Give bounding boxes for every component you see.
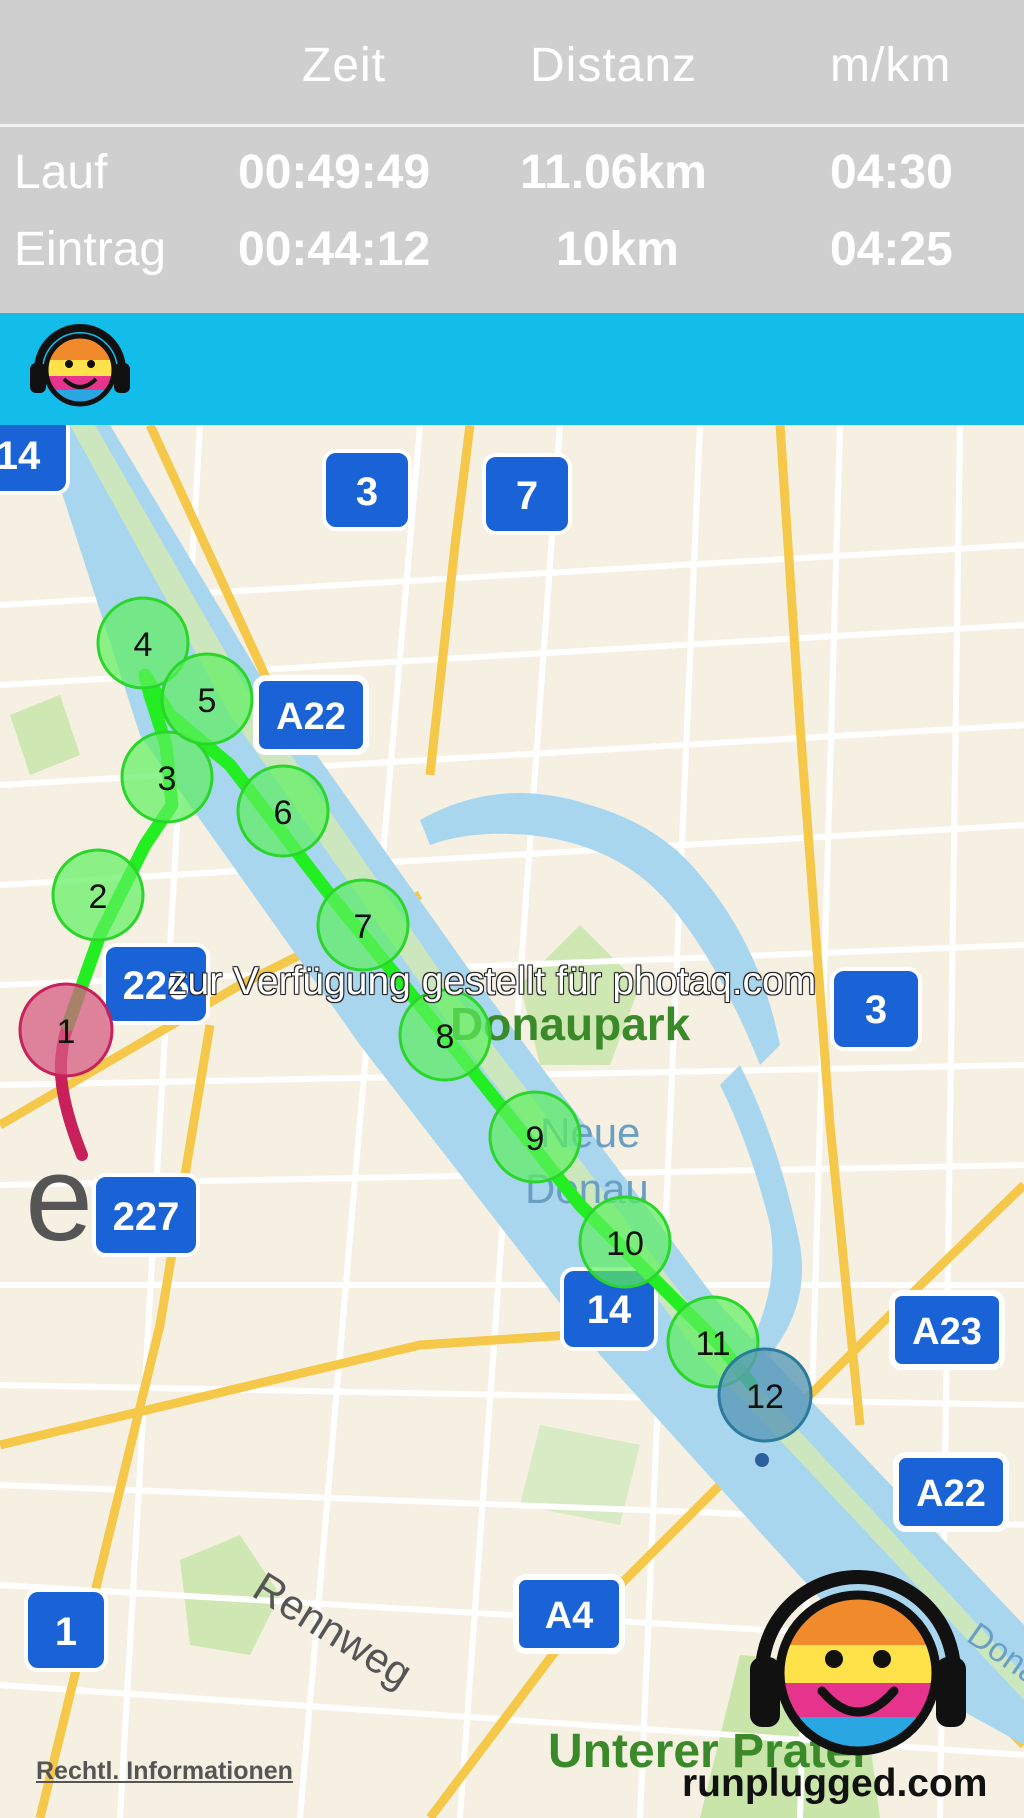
row-label-run: Lauf [14, 146, 108, 199]
shield-a22b: A22 [893, 1452, 1009, 1532]
svg-text:A23: A23 [912, 1311, 982, 1353]
svg-text:A22: A22 [916, 1473, 986, 1515]
shield-227: 227 [92, 1173, 200, 1257]
svg-text:A22: A22 [276, 696, 346, 738]
svg-text:227: 227 [113, 1195, 180, 1239]
row-label-entry: Eintrag [14, 223, 167, 276]
entry-distance: 10km [556, 223, 679, 276]
legal-link[interactable]: Rechtl. Informationen [36, 1757, 293, 1786]
runplugged-logo-small-icon[interactable] [28, 317, 138, 417]
svg-text:8: 8 [436, 1018, 455, 1056]
run-time: 00:49:49 [238, 146, 431, 199]
svg-text:10: 10 [606, 1225, 644, 1263]
svg-text:12: 12 [746, 1378, 784, 1416]
svg-text:5: 5 [198, 682, 217, 720]
shield-14a: 14 [0, 425, 70, 495]
watermark: zur Verfügung gestellt für photaq.com [168, 960, 817, 1003]
run-distance: 11.06km [520, 146, 707, 199]
svg-text:A4: A4 [545, 1595, 594, 1637]
shield-3a: 3 [322, 449, 412, 531]
km-marker-7[interactable]: 7 [316, 878, 410, 972]
entry-time: 00:44:12 [238, 223, 431, 276]
route-end-dot [755, 1453, 769, 1467]
svg-text:11: 11 [695, 1325, 730, 1363]
svg-text:14: 14 [0, 434, 41, 478]
shield-a23: A23 [889, 1290, 1005, 1370]
svg-text:1: 1 [57, 1013, 76, 1051]
svg-text:6: 6 [274, 794, 293, 832]
entry-pace: 04:25 [830, 223, 953, 276]
svg-text:7: 7 [354, 908, 373, 946]
shield-a22a: A22 [253, 675, 369, 755]
header-pace: m/km [830, 39, 952, 92]
km-marker-12[interactable]: 12 [717, 1347, 813, 1443]
svg-text:1: 1 [55, 1610, 77, 1654]
svg-text:7: 7 [516, 474, 538, 518]
km-marker-5[interactable]: 5 [160, 652, 254, 746]
km-marker-10[interactable]: 10 [578, 1195, 672, 1289]
app-toolbar [0, 313, 1024, 425]
brand-label: runplugged.com [682, 1762, 988, 1805]
km-marker-2[interactable]: 2 [51, 848, 145, 942]
svg-text:3: 3 [158, 760, 177, 798]
header-time: Zeit [302, 39, 387, 92]
run-pace: 04:30 [830, 146, 953, 199]
svg-text:2: 2 [89, 878, 108, 916]
km-marker-9[interactable]: 9 [488, 1090, 582, 1184]
route-map[interactable]: Donaupark Neue Donau Unterer Prater Renn… [0, 425, 1024, 1818]
svg-text:9: 9 [526, 1120, 545, 1158]
svg-text:14: 14 [587, 1288, 632, 1332]
shield-3b: 3 [830, 967, 922, 1051]
km-marker-3[interactable]: 3 [120, 730, 214, 824]
shield-a4: A4 [513, 1574, 625, 1654]
svg-text:3: 3 [356, 470, 378, 514]
km-marker-6[interactable]: 6 [236, 764, 330, 858]
label-rennweg: Rennweg [245, 1563, 420, 1697]
header-distance: Distanz [530, 39, 698, 92]
shield-1: 1 [24, 1588, 108, 1672]
shield-7: 7 [482, 453, 572, 535]
park-area [10, 695, 80, 775]
svg-text:4: 4 [134, 626, 153, 664]
km-marker-1[interactable]: 1 [18, 982, 114, 1078]
svg-text:3: 3 [865, 988, 887, 1032]
stats-panel: Zeit Distanz m/km Lauf 00:49:49 11.06km … [0, 0, 1024, 313]
header-divider [0, 124, 1024, 127]
